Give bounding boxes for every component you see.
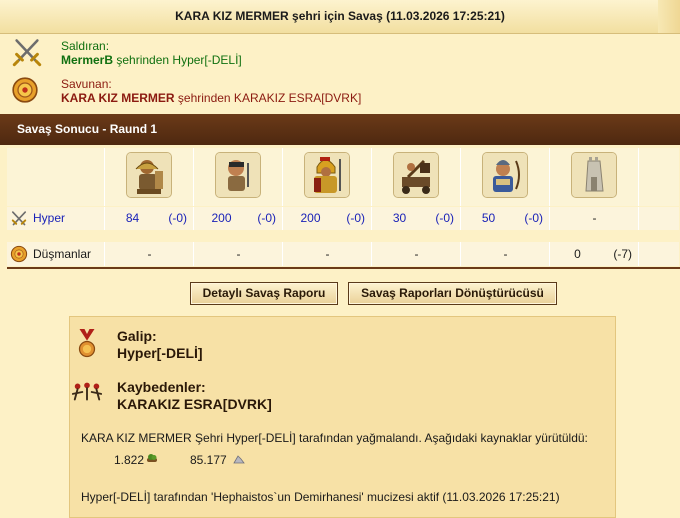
miracle-text: Hyper[-DELİ] tarafından 'Hephaistos`un D…	[81, 490, 560, 504]
unit-loss: (-0)	[524, 211, 543, 225]
marble-amount: 85.177	[190, 453, 227, 467]
defender-unit-count: 0 (-7)	[550, 242, 639, 266]
unit-header-empty	[7, 148, 105, 206]
unit-count: 0	[574, 247, 581, 261]
row-label-cell: Düşmanlar	[7, 242, 105, 266]
unit-count: 200	[300, 211, 321, 225]
defender-unit-count: -	[372, 242, 461, 266]
detailed-report-button[interactable]: Detaylı Savaş Raporu	[190, 282, 338, 305]
attacker-unit-count: 50 (-0)	[461, 207, 550, 230]
unit-count: -	[592, 211, 597, 225]
unit-loss: (-0)	[346, 211, 365, 225]
battle-result-header: Savaş Sonucu - Raund 1	[0, 114, 680, 145]
unit-count: -	[236, 247, 241, 261]
defender-unit-count: -	[283, 242, 372, 266]
unit-count: 84	[125, 211, 140, 225]
defender-origin: şehrinden KARAKIZ ESRA[DVRK]	[174, 91, 362, 105]
shield-icon	[12, 77, 38, 103]
attacker-row-label[interactable]: Hyper	[33, 207, 65, 230]
row-spacer	[639, 242, 679, 266]
battle-result-title: Savaş Sonucu - Raund 1	[17, 122, 158, 136]
plunder-text: KARA KIZ MERMER Şehri Hyper[-DELİ] taraf…	[81, 431, 588, 445]
unit-cell	[194, 148, 283, 206]
catapult-unit-icon[interactable]	[393, 152, 439, 198]
defender-label: Savunan:	[61, 77, 112, 91]
attacker-block: Saldıran: MermerB şehrinden Hyper[-DELİ]	[0, 33, 680, 71]
unit-count: -	[414, 247, 419, 261]
defender-row-label: Düşmanlar	[33, 247, 92, 261]
row-spacer	[639, 207, 679, 230]
defender-block: Savunan: KARA KIZ MERMER şehrinden KARAK…	[0, 71, 680, 109]
shield-icon	[10, 245, 28, 263]
plundered-resources: 1.822 85.177	[114, 453, 314, 469]
crossed-swords-icon	[11, 211, 27, 226]
crossed-swords-icon	[12, 39, 42, 67]
unit-loss: (-0)	[257, 211, 276, 225]
medal-icon	[78, 329, 96, 358]
unit-cell	[372, 148, 461, 206]
attacker-label: Saldıran:	[61, 39, 110, 53]
unit-count: 30	[392, 211, 407, 225]
losers-name[interactable]: KARAKIZ ESRA[DVRK]	[117, 396, 272, 412]
defender-units-row: Düşmanlar - - - - - 0 (-7)	[7, 242, 679, 266]
attacker-origin: şehrinden Hyper[-DELİ]	[113, 53, 242, 67]
fallen-soldiers-icon	[71, 382, 103, 401]
row-label-cell: Hyper	[7, 207, 105, 230]
defender-unit-count: -	[194, 242, 283, 266]
unit-loss: (-0)	[168, 211, 187, 225]
unit-count: 200	[211, 211, 232, 225]
attacker-unit-count: 30 (-0)	[372, 207, 461, 230]
unit-count: -	[325, 247, 330, 261]
attacker-unit-count: 84 (-0)	[105, 207, 194, 230]
slinger-unit-icon[interactable]	[215, 152, 261, 198]
title-corner-decoration	[658, 0, 680, 33]
attacker-unit-count: 200 (-0)	[283, 207, 372, 230]
wall-icon[interactable]	[571, 152, 617, 198]
unit-count: -	[147, 247, 152, 261]
attacker-player-link[interactable]: MermerB	[61, 53, 113, 67]
unit-count: 50	[481, 211, 496, 225]
marble-icon	[233, 455, 245, 464]
winner-label: Galip:	[117, 328, 157, 344]
attacker-units-row: Hyper 84 (-0) 200 (-0) 200 (-0) 30 (-0) 50 (-…	[7, 207, 679, 230]
unit-loss: (-7)	[613, 247, 632, 261]
defender-unit-count: -	[461, 242, 550, 266]
swordsman-unit-icon[interactable]	[304, 152, 350, 198]
wood-amount: 1.822	[114, 453, 145, 467]
defender-unit-count: -	[105, 242, 194, 266]
winner-name[interactable]: Hyper[-DELİ]	[117, 345, 203, 361]
attacker-line: MermerB şehrinden Hyper[-DELİ]	[61, 53, 242, 67]
report-converter-button[interactable]: Savaş Raporları Dönüştürücüsü	[348, 282, 557, 305]
attacker-unit-count: -	[550, 207, 639, 230]
archer-unit-icon[interactable]	[482, 152, 528, 198]
defender-player-link[interactable]: KARA KIZ MERMER	[61, 91, 175, 105]
window-title-bar: KARA KIZ MERMER şehri için Savaş (11.03.…	[0, 0, 680, 34]
table-divider	[7, 267, 680, 269]
unit-cell	[550, 148, 639, 206]
unit-cell	[283, 148, 372, 206]
hoplite-unit-icon[interactable]	[126, 152, 172, 198]
unit-cell	[105, 148, 194, 206]
attacker-unit-count: 200 (-0)	[194, 207, 283, 230]
unit-icons-row	[7, 148, 679, 206]
losers-label: Kaybedenler:	[117, 379, 206, 395]
battle-outcome-panel: Galip: Hyper[-DELİ] Kaybedenler: KARAKIZ…	[69, 316, 616, 518]
unit-count: -	[503, 247, 508, 261]
defender-line: KARA KIZ MERMER şehrinden KARAKIZ ESRA[D…	[61, 91, 361, 105]
unit-cell	[461, 148, 550, 206]
unit-header-spacer	[639, 148, 679, 206]
page-title: KARA KIZ MERMER şehri için Savaş (11.03.…	[175, 9, 505, 23]
unit-loss: (-0)	[435, 211, 454, 225]
wood-icon	[147, 454, 157, 462]
